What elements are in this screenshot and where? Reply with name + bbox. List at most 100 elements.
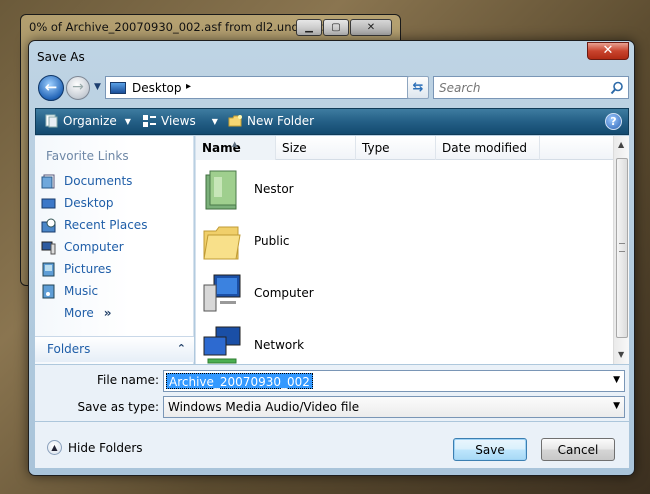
column-header-size[interactable]: Size: [276, 136, 356, 160]
favorite-link-pictures[interactable]: Pictures: [41, 258, 147, 280]
user-folder-icon: [205, 170, 237, 210]
command-toolbar: Organize ▼ Views ▼ New Folder ?: [35, 108, 629, 135]
save-as-type-label: Save as type:: [77, 400, 159, 414]
save-as-type-dropdown-icon[interactable]: ▼: [613, 401, 620, 411]
file-name: Public: [254, 234, 290, 248]
search-input[interactable]: [434, 77, 604, 98]
dialog-title: Save As: [37, 50, 85, 64]
list-item[interactable]: Public: [200, 216, 290, 266]
navigation-bar: ← → ▼ Desktop ▸ ▼ ⇆: [35, 74, 629, 102]
favorite-links-header: Favorite Links: [46, 149, 129, 163]
favorite-link-desktop[interactable]: Desktop: [41, 192, 147, 214]
refresh-button[interactable]: ⇆: [407, 76, 429, 99]
save-button[interactable]: Save: [453, 438, 527, 461]
favorite-link-music[interactable]: Music: [41, 280, 147, 302]
folders-toggle[interactable]: Folders ⌃: [35, 336, 194, 362]
scroll-thumb[interactable]: [616, 158, 628, 338]
column-header-date-modified[interactable]: Date modified: [436, 136, 540, 160]
views-icon: [143, 115, 156, 127]
list-item[interactable]: Nestor: [200, 164, 294, 214]
favorite-link-computer[interactable]: Computer: [41, 236, 147, 258]
file-name-field[interactable]: Archive_20070930_002 ▼: [163, 370, 625, 392]
favorite-link-label: Computer: [64, 240, 124, 254]
address-bar[interactable]: Desktop ▸ ▼: [105, 76, 424, 99]
address-location[interactable]: Desktop: [132, 81, 182, 95]
column-header-name[interactable]: ▲ Name: [196, 136, 276, 160]
computer-icon: [203, 274, 241, 312]
column-header-row: ▲ Name Size Type Date modified: [196, 136, 614, 160]
organize-label: Organize: [63, 114, 117, 128]
column-header-type[interactable]: Type: [356, 136, 436, 160]
organize-icon: [45, 114, 58, 128]
pictures-icon: [42, 262, 55, 276]
navigation-pane: Favorite Links Documents Desktop Recent …: [35, 136, 194, 364]
favorite-link-more[interactable]: More »: [41, 302, 147, 324]
views-dropdown-icon: ▼: [211, 116, 218, 126]
cancel-button[interactable]: Cancel: [541, 438, 615, 461]
grip-icon: [619, 243, 625, 252]
desktop-icon: [41, 198, 56, 208]
chevron-up-icon: ▲: [47, 440, 62, 455]
vertical-scrollbar[interactable]: ▲ ▼: [613, 136, 629, 364]
save-as-dialog: Save As ✕ ← → ▼ Desktop ▸ ▼ ⇆ Organize: [28, 40, 635, 476]
save-as-type-select[interactable]: Windows Media Audio/Video file ▼: [163, 396, 625, 418]
favorite-link-label: Recent Places: [64, 218, 148, 232]
favorite-link-label: More: [64, 306, 94, 320]
file-name-label: File name:: [97, 373, 159, 387]
computer-icon: [41, 241, 56, 254]
file-name-dropdown-icon[interactable]: ▼: [613, 375, 620, 385]
network-icon: [203, 326, 241, 364]
column-header-label: Date modified: [442, 141, 528, 155]
recent-places-icon: [41, 218, 56, 232]
new-folder-icon: [228, 115, 242, 127]
music-icon: [42, 284, 55, 298]
column-header-label: Size: [282, 141, 307, 155]
hide-folders-button[interactable]: ▲ Hide Folders: [47, 440, 143, 455]
save-as-type-value: Windows Media Audio/Video file: [168, 400, 360, 414]
documents-icon: [41, 174, 55, 188]
file-name-label-wrap: File name:: [35, 373, 159, 389]
breadcrumb-chevron-icon[interactable]: ▸: [186, 81, 191, 92]
favorite-link-documents[interactable]: Documents: [41, 170, 147, 192]
hide-folders-label: Hide Folders: [68, 440, 143, 455]
background-close-icon[interactable]: ✕: [350, 19, 392, 36]
help-icon[interactable]: ?: [605, 113, 622, 130]
scroll-down-icon[interactable]: ▼: [618, 350, 624, 359]
list-item[interactable]: Network: [200, 320, 304, 370]
maximize-icon[interactable]: ▢: [323, 19, 349, 36]
organize-menu[interactable]: Organize ▼: [44, 114, 131, 128]
list-item[interactable]: Computer: [200, 268, 314, 318]
favorite-link-recent-places[interactable]: Recent Places: [41, 214, 147, 236]
views-menu[interactable]: Views ▼: [142, 114, 218, 128]
sort-ascending-icon: ▲: [232, 140, 238, 148]
file-list: ▲ Name Size Type Date modified Nestor Pu…: [195, 136, 629, 364]
new-folder-label: New Folder: [247, 114, 315, 128]
file-name: Network: [254, 338, 305, 352]
background-caption-buttons: ▁ ▢ ✕: [296, 19, 392, 36]
chevron-up-icon: ⌃: [176, 342, 186, 355]
search-icon[interactable]: [610, 81, 624, 95]
search-box[interactable]: [433, 76, 629, 99]
favorite-link-label: Music: [64, 284, 99, 298]
back-button[interactable]: ←: [38, 75, 64, 101]
save-options: File name: Archive_20070930_002 ▼ Save a…: [35, 365, 629, 421]
scroll-up-icon[interactable]: ▲: [618, 140, 624, 149]
organize-dropdown-icon: ▼: [124, 116, 131, 126]
dialog-footer: ▲ Hide Folders Save Cancel: [35, 422, 629, 468]
minimize-icon[interactable]: ▁: [296, 19, 322, 36]
desktop-icon: [110, 82, 126, 94]
favorite-link-label: Desktop: [64, 196, 114, 210]
more-spacer: [41, 306, 56, 321]
save-as-type-label-wrap: Save as type:: [35, 400, 159, 416]
close-icon[interactable]: ✕: [587, 42, 629, 60]
new-folder-button[interactable]: New Folder: [228, 114, 314, 128]
favorite-links-list: Documents Desktop Recent Places Computer…: [41, 170, 147, 324]
favorite-link-label: Documents: [64, 174, 133, 188]
folder-icon: [203, 226, 241, 260]
recent-pages-dropdown-icon[interactable]: ▼: [94, 82, 101, 92]
file-name-value[interactable]: Archive_20070930_002: [166, 373, 313, 389]
column-header-label: Type: [362, 141, 390, 155]
file-name: Nestor: [254, 182, 294, 196]
file-name: Computer: [254, 286, 314, 300]
forward-button[interactable]: →: [66, 76, 90, 100]
